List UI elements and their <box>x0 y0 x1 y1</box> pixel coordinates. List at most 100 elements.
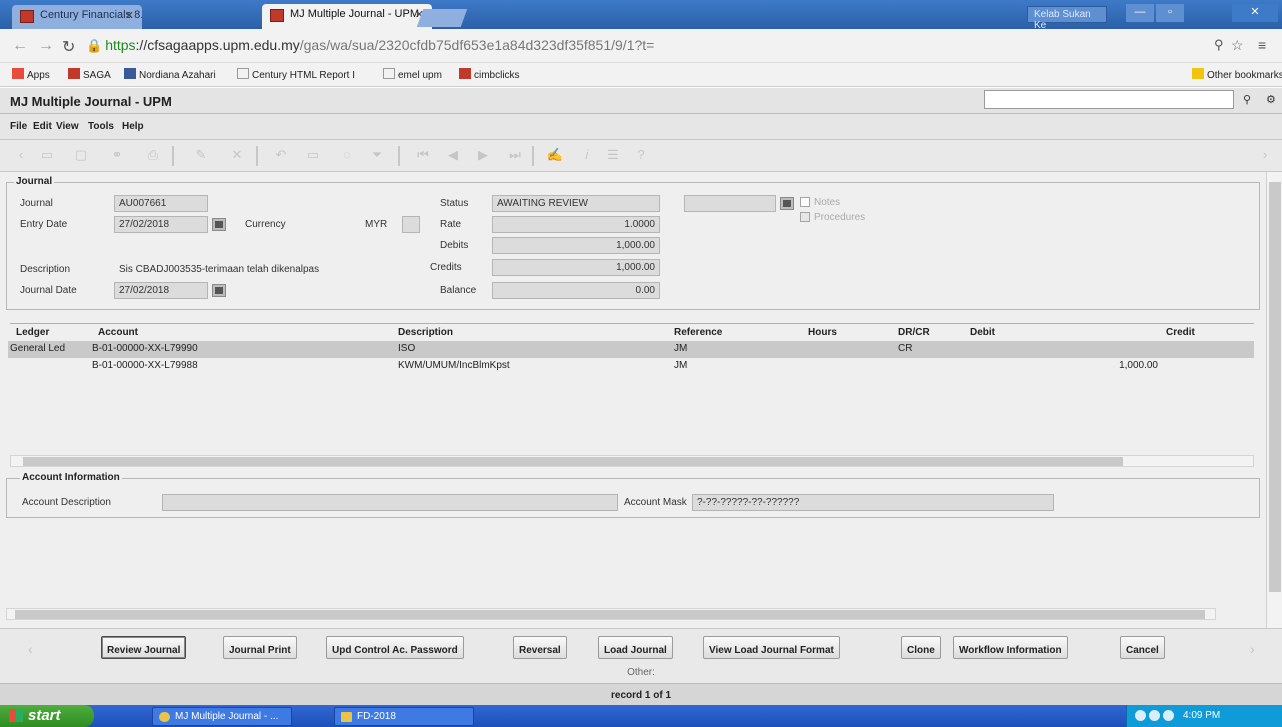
zoom-icon[interactable]: ⚲ <box>1214 37 1224 53</box>
other-bookmarks[interactable]: Other bookmarks <box>1192 68 1282 81</box>
col-account[interactable]: Account <box>98 327 138 338</box>
tab-mj-multiple-journal[interactable]: MJ Multiple Journal - UPM ✕ <box>262 4 432 29</box>
scrollbar-thumb[interactable] <box>15 610 1205 619</box>
menu-tools[interactable]: Tools <box>88 121 114 132</box>
delete-icon[interactable]: ✕ <box>228 147 246 163</box>
copy-icon[interactable]: ▢ <box>72 147 90 163</box>
next-record-icon[interactable]: ▶ <box>474 147 492 163</box>
close-icon[interactable]: ✕ <box>125 9 134 22</box>
find-icon[interactable]: ⚭ <box>108 147 126 163</box>
star-icon[interactable]: ☆ <box>1231 37 1244 54</box>
col-drcr[interactable]: DR/CR <box>898 327 930 338</box>
search-icon[interactable]: ⚲ <box>1243 93 1251 106</box>
clone-button[interactable]: Clone <box>901 636 941 659</box>
col-credit[interactable]: Credit <box>1166 327 1195 338</box>
col-ledger[interactable]: Ledger <box>16 327 49 338</box>
account-description-field[interactable] <box>162 494 618 511</box>
taskbar-item-folder[interactable]: FD-2018 <box>334 707 474 726</box>
prev-arrow-icon[interactable]: ‹ <box>12 147 30 163</box>
bookmark-emel-upm[interactable]: emel upm <box>383 68 442 81</box>
prev-buttons-arrow-icon[interactable]: ‹ <box>28 641 33 657</box>
menu-edit[interactable]: Edit <box>33 121 52 132</box>
window-close-icon[interactable]: ✕ <box>1232 4 1278 22</box>
settings-icon[interactable]: ⚙ <box>1266 93 1276 106</box>
next-buttons-arrow-icon[interactable]: › <box>1250 641 1255 657</box>
status-date-field[interactable] <box>684 195 776 212</box>
attach-icon[interactable]: ✍ <box>546 147 564 163</box>
filter-icon[interactable]: ⏷ <box>368 147 386 163</box>
reversal-button[interactable]: Reversal <box>513 636 567 659</box>
status-field[interactable]: AWAITING REVIEW <box>492 195 660 212</box>
list-icon[interactable]: ☰ <box>604 147 622 163</box>
menu-file[interactable]: File <box>10 121 27 132</box>
next-arrow-icon[interactable]: › <box>1256 147 1274 163</box>
last-record-icon[interactable]: ⏭ <box>506 147 524 163</box>
menu-icon[interactable]: ≡ <box>1258 37 1266 53</box>
help-icon[interactable]: ? <box>632 147 650 163</box>
minimize-icon[interactable]: — <box>1126 4 1154 22</box>
reload-icon[interactable]: ↻ <box>62 37 75 57</box>
undo-icon[interactable]: ↶ <box>272 147 290 163</box>
col-reference[interactable]: Reference <box>674 327 722 338</box>
col-debit[interactable]: Debit <box>970 327 995 338</box>
bookmark-century-html[interactable]: Century HTML Report I <box>237 68 355 81</box>
bookmark-apps[interactable]: Apps <box>12 68 50 81</box>
entry-date-field[interactable]: 27/02/2018 <box>114 216 208 233</box>
network-icon[interactable] <box>1149 710 1160 721</box>
load-journal-button[interactable]: Load Journal <box>598 636 673 659</box>
update-icon[interactable] <box>1163 710 1174 721</box>
italic-icon[interactable]: 𝑖 <box>578 147 596 163</box>
scrollbar-thumb[interactable] <box>23 457 1123 466</box>
taskbar-item-chrome[interactable]: MJ Multiple Journal - ... <box>152 707 292 726</box>
calendar-icon[interactable] <box>780 197 794 210</box>
credits-field[interactable]: 1,000.00 <box>492 259 660 276</box>
description-field[interactable]: Sis CBADJ003535-terimaan telah dikenalpa… <box>114 261 428 278</box>
new-tab-button[interactable] <box>416 9 468 27</box>
workflow-information-button[interactable]: Workflow Information <box>953 636 1068 659</box>
bookmark-nordiana[interactable]: Nordiana Azahari <box>124 68 216 81</box>
review-journal-button[interactable]: Review Journal <box>101 636 187 659</box>
currency-lookup-button[interactable] <box>402 216 420 233</box>
menu-view[interactable]: View <box>56 121 79 132</box>
journal-number-field[interactable]: AU007661 <box>114 195 208 212</box>
view-load-journal-format-button[interactable]: View Load Journal Format <box>703 636 840 659</box>
journal-date-field[interactable]: 27/02/2018 <box>114 282 208 299</box>
bookmark-cimbclicks[interactable]: cimbclicks <box>459 68 520 81</box>
account-mask-field[interactable]: ?-??-?????-??-?????? <box>692 494 1054 511</box>
notes-checkbox[interactable] <box>800 197 810 207</box>
volume-icon[interactable] <box>1135 710 1146 721</box>
bookmark-saga[interactable]: SAGA <box>68 68 111 81</box>
cancel-button[interactable]: Cancel <box>1120 636 1165 659</box>
calendar-icon[interactable] <box>212 284 226 297</box>
previous-record-icon[interactable]: ◀ <box>444 147 462 163</box>
profile-button[interactable]: Kelab Sukan Ke <box>1027 6 1107 31</box>
table-row[interactable]: General Led B-01-00000-XX-L79990 ISO JM … <box>8 341 1254 358</box>
procedures-checkbox[interactable] <box>800 212 810 222</box>
edit-icon[interactable]: ✎ <box>192 147 210 163</box>
tab-century-financials[interactable]: Century Financials 8.2 - Uhi ✕ <box>12 5 142 29</box>
new-icon[interactable]: ▭ <box>38 147 56 163</box>
menu-help[interactable]: Help <box>122 121 144 132</box>
app-search-input[interactable] <box>984 90 1234 109</box>
journal-print-button[interactable]: Journal Print <box>223 636 297 659</box>
maximize-icon[interactable]: ▫ <box>1156 4 1184 22</box>
clear-icon[interactable]: ▭ <box>304 147 322 163</box>
first-record-icon[interactable]: ⏮ <box>414 147 432 163</box>
col-hours[interactable]: Hours <box>808 327 837 338</box>
forward-arrow-icon[interactable]: → <box>38 37 54 55</box>
query-icon[interactable]: ◌ <box>338 147 356 163</box>
print-icon[interactable]: ⎙ <box>144 147 162 163</box>
start-button[interactable]: start <box>0 705 94 727</box>
back-arrow-icon[interactable]: ← <box>12 37 28 55</box>
panel-horizontal-scrollbar[interactable] <box>6 608 1216 620</box>
panel-vertical-scrollbar[interactable] <box>1266 172 1282 628</box>
currency-field[interactable]: MYR <box>360 216 400 233</box>
col-description[interactable]: Description <box>398 327 453 338</box>
scrollbar-thumb[interactable] <box>1269 182 1281 592</box>
rate-field[interactable]: 1.0000 <box>492 216 660 233</box>
table-horizontal-scrollbar[interactable] <box>10 455 1254 467</box>
calendar-icon[interactable] <box>212 218 226 231</box>
debits-field[interactable]: 1,000.00 <box>492 237 660 254</box>
upd-control-password-button[interactable]: Upd Control Ac. Password <box>326 636 464 659</box>
balance-field[interactable]: 0.00 <box>492 282 660 299</box>
